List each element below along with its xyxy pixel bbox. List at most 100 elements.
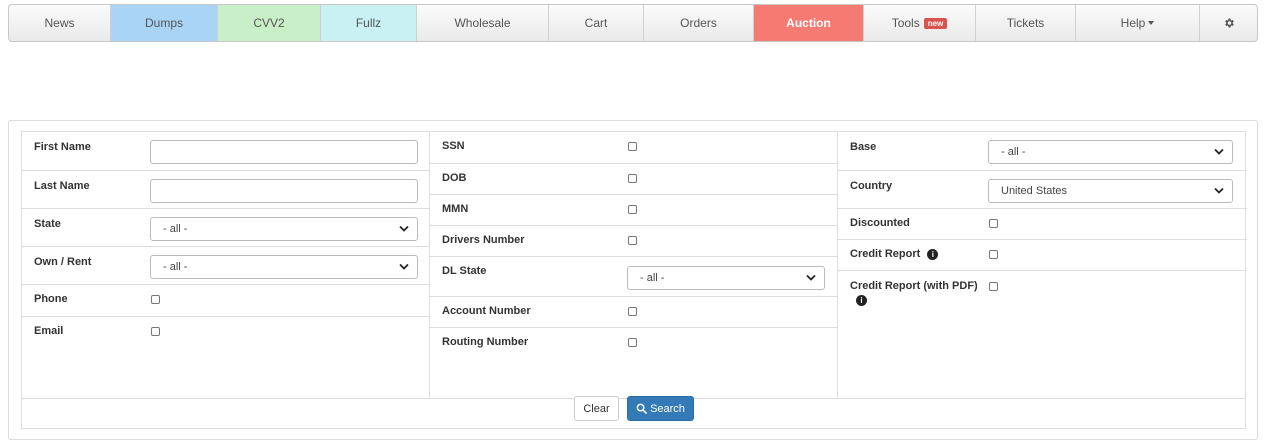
search-panel: First Name Last Name State - all - Own /… bbox=[8, 120, 1258, 440]
form-column-extras: Base - all - Country United States Disco… bbox=[838, 132, 1247, 398]
email-label: Email bbox=[34, 325, 64, 337]
form-actions: Clear Search bbox=[21, 389, 1246, 429]
account-number-label: Account Number bbox=[442, 305, 531, 317]
drivers-number-label: Drivers Number bbox=[442, 234, 525, 246]
form-row-state: State - all - bbox=[22, 208, 429, 246]
tab-news[interactable]: News bbox=[9, 5, 111, 41]
search-button-label: Search bbox=[650, 402, 685, 415]
tab-label: Dumps bbox=[144, 16, 183, 30]
phone-label: Phone bbox=[34, 293, 68, 305]
own-rent-select-value: - all - bbox=[163, 261, 188, 273]
chevron-down-icon bbox=[1214, 187, 1224, 194]
form-row-drivers-number: Drivers Number bbox=[430, 225, 837, 256]
mmn-checkbox[interactable] bbox=[628, 205, 637, 214]
dob-checkbox[interactable] bbox=[628, 174, 637, 183]
chevron-down-icon bbox=[399, 263, 409, 270]
search-button[interactable]: Search bbox=[627, 396, 694, 421]
form-row-mmn: MMN bbox=[430, 194, 837, 225]
gear-icon bbox=[1224, 18, 1234, 28]
base-select-value: - all - bbox=[1001, 146, 1026, 158]
form-row-last-name: Last Name bbox=[22, 170, 429, 208]
tab-label: Wholesale bbox=[454, 16, 511, 30]
form-column-personal: First Name Last Name State - all - Own /… bbox=[22, 132, 430, 398]
mmn-label: MMN bbox=[442, 203, 469, 215]
state-select-value: - all - bbox=[163, 223, 188, 235]
form-row-dl-state: DL State - all - bbox=[430, 256, 837, 296]
drivers-number-checkbox[interactable] bbox=[628, 236, 637, 245]
form-row-discounted: Discounted bbox=[838, 208, 1247, 239]
search-form: First Name Last Name State - all - Own /… bbox=[21, 131, 1247, 399]
discounted-checkbox[interactable] bbox=[989, 219, 998, 228]
tab-cvv2[interactable]: CVV2 bbox=[218, 5, 321, 41]
tab-label: Help bbox=[1120, 16, 1146, 30]
ssn-checkbox[interactable] bbox=[628, 142, 637, 151]
tab-label: Tickets bbox=[1006, 16, 1045, 30]
tab-orders[interactable]: Orders bbox=[644, 5, 754, 41]
country-label: Country bbox=[850, 180, 893, 192]
base-select[interactable]: - all - bbox=[988, 140, 1233, 164]
form-row-own-rent: Own / Rent - all - bbox=[22, 246, 429, 284]
tab-label: CVV2 bbox=[253, 16, 285, 30]
own-rent-select[interactable]: - all - bbox=[150, 255, 418, 279]
chevron-down-icon bbox=[806, 274, 816, 281]
search-icon bbox=[636, 403, 647, 414]
main-nav: News Dumps CVV2 Fullz Wholesale Cart Ord… bbox=[8, 4, 1258, 42]
credit-report-checkbox[interactable] bbox=[989, 250, 998, 259]
clear-button[interactable]: Clear bbox=[574, 396, 619, 421]
chevron-down-icon bbox=[1214, 148, 1224, 155]
base-label: Base bbox=[850, 141, 877, 153]
dl-state-select-value: - all - bbox=[640, 272, 665, 284]
new-badge: new bbox=[923, 17, 948, 29]
info-icon[interactable]: i bbox=[927, 248, 939, 260]
tab-label: Tools bbox=[891, 16, 920, 30]
state-select[interactable]: - all - bbox=[150, 217, 418, 241]
dl-state-label: DL State bbox=[442, 265, 487, 277]
tab-auction[interactable]: Auction bbox=[754, 5, 864, 41]
tab-dumps[interactable]: Dumps bbox=[111, 5, 218, 41]
tab-label: Fullz bbox=[355, 16, 382, 30]
dl-state-select[interactable]: - all - bbox=[627, 266, 825, 290]
first-name-input[interactable] bbox=[150, 140, 418, 164]
info-icon[interactable]: i bbox=[856, 295, 867, 306]
form-row-country: Country United States bbox=[838, 170, 1247, 208]
form-row-phone: Phone bbox=[22, 284, 429, 316]
own-rent-label: Own / Rent bbox=[34, 256, 92, 268]
first-name-label: First Name bbox=[34, 141, 91, 153]
tab-tickets[interactable]: Tickets bbox=[976, 5, 1076, 41]
credit-report-label-wrap: Credit Report i bbox=[850, 248, 939, 260]
last-name-label: Last Name bbox=[34, 180, 90, 192]
dob-label: DOB bbox=[442, 172, 467, 184]
email-checkbox[interactable] bbox=[151, 327, 160, 336]
tab-fullz[interactable]: Fullz bbox=[321, 5, 417, 41]
form-row-email: Email bbox=[22, 316, 429, 348]
ssn-label: SSN bbox=[442, 140, 465, 152]
routing-number-checkbox[interactable] bbox=[628, 338, 637, 347]
form-row-dob: DOB bbox=[430, 163, 837, 194]
caret-down-icon bbox=[1148, 21, 1155, 25]
discounted-label: Discounted bbox=[850, 217, 910, 229]
form-row-first-name: First Name bbox=[22, 132, 429, 170]
form-row-ssn: SSN bbox=[430, 132, 837, 163]
tab-wholesale[interactable]: Wholesale bbox=[417, 5, 549, 41]
credit-report-label: Credit Report bbox=[850, 248, 921, 260]
account-number-checkbox[interactable] bbox=[628, 307, 637, 316]
tab-label: Orders bbox=[680, 16, 717, 30]
chevron-down-icon bbox=[399, 225, 409, 232]
state-label: State bbox=[34, 218, 61, 230]
phone-checkbox[interactable] bbox=[151, 295, 160, 304]
form-row-credit-report-pdf: Credit Report (with PDF) i bbox=[838, 270, 1247, 320]
tab-label: Auction bbox=[786, 16, 831, 30]
tab-cart[interactable]: Cart bbox=[549, 5, 644, 41]
country-select-value: United States bbox=[1001, 185, 1068, 197]
credit-report-pdf-checkbox[interactable] bbox=[989, 282, 998, 291]
country-select[interactable]: United States bbox=[988, 179, 1233, 203]
form-row-routing-number: Routing Number bbox=[430, 327, 837, 358]
tab-help[interactable]: Help bbox=[1076, 5, 1200, 41]
form-row-account-number: Account Number bbox=[430, 296, 837, 327]
tab-label: Cart bbox=[584, 16, 608, 30]
tab-settings[interactable] bbox=[1200, 5, 1257, 41]
form-column-identity: SSN DOB MMN Drivers Number DL State - al… bbox=[430, 132, 838, 398]
tab-tools[interactable]: Tools new bbox=[864, 5, 976, 41]
last-name-input[interactable] bbox=[150, 179, 418, 203]
clear-button-label: Clear bbox=[583, 402, 610, 415]
